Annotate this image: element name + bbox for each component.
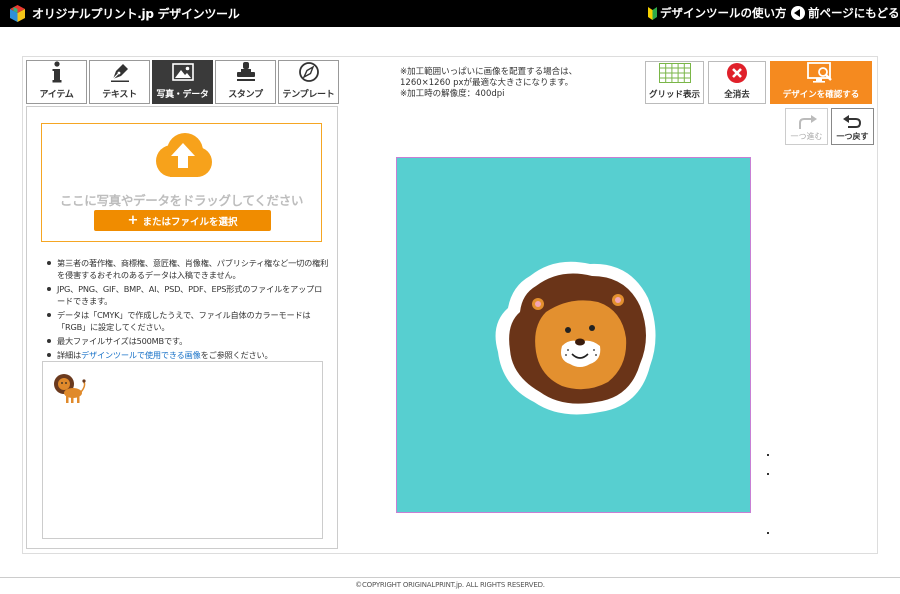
usable-images-link[interactable]: デザインツールで使用できる画像 <box>81 350 201 360</box>
design-canvas[interactable] <box>396 157 751 513</box>
logo-text: オリジナルプリント.jp デザインツール <box>32 7 240 21</box>
grid-icon <box>658 62 691 84</box>
undo-button[interactable]: 一つ戻す <box>831 108 874 145</box>
tab-item[interactable]: アイテム <box>26 60 87 104</box>
note-item: 最大ファイルサイズは500MBです。 <box>45 335 329 347</box>
clear-x-icon <box>726 62 748 84</box>
note-item: 第三者の著作権、商標権、意匠権、肖像権、パブリシティ権など一切の権利を侵害するお… <box>45 257 329 281</box>
undo-label: 一つ戻す <box>836 132 869 141</box>
tab-label: アイテム <box>39 90 74 100</box>
info-icon <box>46 61 68 83</box>
drop-instruction: ここに写真やデータをドラッグしてください <box>59 193 304 208</box>
upload-dropzone[interactable]: ここに写真やデータをドラッグしてください + またはファイルを選択 <box>41 123 322 242</box>
howto-link-label: デザインツールの使い方 <box>660 6 787 20</box>
clear-all-button[interactable]: 全消去 <box>708 61 766 104</box>
confirm-design-button[interactable]: デザインを確認する <box>770 61 872 104</box>
note-item: JPG、PNG、GIF、BMP、AI、PSD、PDF、EPS形式のファイルをアッ… <box>45 283 329 307</box>
footer-divider <box>0 577 900 578</box>
cloud-upload-icon <box>152 131 214 179</box>
tab-label: スタンプ <box>228 90 263 100</box>
tab-label: テキスト <box>102 90 137 100</box>
tab-text[interactable]: テキスト <box>89 60 150 104</box>
marker-dot <box>767 532 769 534</box>
beginner-mark-icon <box>648 6 657 20</box>
clear-all-label: 全消去 <box>724 90 750 100</box>
note-item: データは「CMYK」で作成したうえで、ファイル自体のカラーモードは「RGB」に設… <box>45 309 329 333</box>
undo-arrow-icon <box>842 115 861 128</box>
grid-toggle-button[interactable]: グリッド表示 <box>645 61 704 104</box>
notice-line: 1260×1260 pxが最適な大きさになります。 <box>400 78 574 88</box>
detail-suffix: をご参照ください。 <box>200 350 273 360</box>
tab-label: テンプレート <box>282 90 335 100</box>
back-link[interactable]: 前ページにもどる <box>791 5 900 21</box>
redo-label: 一つ進む <box>790 132 823 141</box>
confirm-design-label: デザインを確認する <box>782 90 860 100</box>
upload-panel: ここに写真やデータをドラッグしてください + またはファイルを選択 第三者の著作… <box>26 106 338 549</box>
logo-cube-icon <box>8 4 27 23</box>
detail-prefix: 詳細は <box>57 350 81 360</box>
tool-tabs: アイテム テキスト 写真・データ スタンプ テンプレート <box>26 60 339 104</box>
note-item-detail: 詳細はデザインツールで使用できる画像をご参照ください。 <box>45 349 329 361</box>
redo-arrow-icon <box>798 115 817 129</box>
grid-toggle-label: グリッド表示 <box>648 90 700 100</box>
tab-photo-data[interactable]: 写真・データ <box>152 60 213 104</box>
uploaded-images-gallery <box>42 361 323 539</box>
tab-label: 写真・データ <box>156 90 209 100</box>
pen-icon <box>109 61 131 83</box>
top-bar: オリジナルプリント.jp デザインツール デザインツールの使い方 前ページにもど… <box>0 0 900 27</box>
select-file-button[interactable]: + またはファイルを選択 <box>94 210 271 231</box>
plus-icon: + <box>127 213 139 228</box>
notice-line: ※加工範囲いっぱいに画像を配置する場合は、 <box>400 67 578 77</box>
monitor-search-icon <box>807 62 835 84</box>
back-link-label: 前ページにもどる <box>808 6 900 20</box>
tab-stamp[interactable]: スタンプ <box>215 60 276 104</box>
howto-link[interactable]: デザインツールの使い方 <box>648 5 787 21</box>
uploaded-image-thumbnail[interactable] <box>51 370 89 408</box>
stamp-icon <box>235 61 257 83</box>
compass-icon <box>298 61 320 83</box>
placed-lion-image[interactable] <box>490 256 660 418</box>
back-arrow-icon <box>791 6 805 20</box>
print-notice: ※加工範囲いっぱいに画像を配置する場合は、 1260×1260 pxが最適な大き… <box>400 67 577 100</box>
upload-notes: 第三者の著作権、商標権、意匠権、肖像権、パブリシティ権など一切の権利を侵害するお… <box>45 257 329 363</box>
marker-dot <box>767 454 769 456</box>
site-logo[interactable]: オリジナルプリント.jp デザインツール <box>8 3 240 24</box>
marker-dot <box>767 473 769 475</box>
redo-button[interactable]: 一つ進む <box>785 108 828 145</box>
notice-line: ※加工時の解像度：400dpi <box>400 89 505 99</box>
select-file-label: またはファイルを選択 <box>142 216 238 228</box>
image-icon <box>171 61 194 83</box>
tab-template[interactable]: テンプレート <box>278 60 339 104</box>
copyright: ©COPYRIGHT ORIGINALPRINT.jp. ALL RIGHTS … <box>355 581 545 589</box>
